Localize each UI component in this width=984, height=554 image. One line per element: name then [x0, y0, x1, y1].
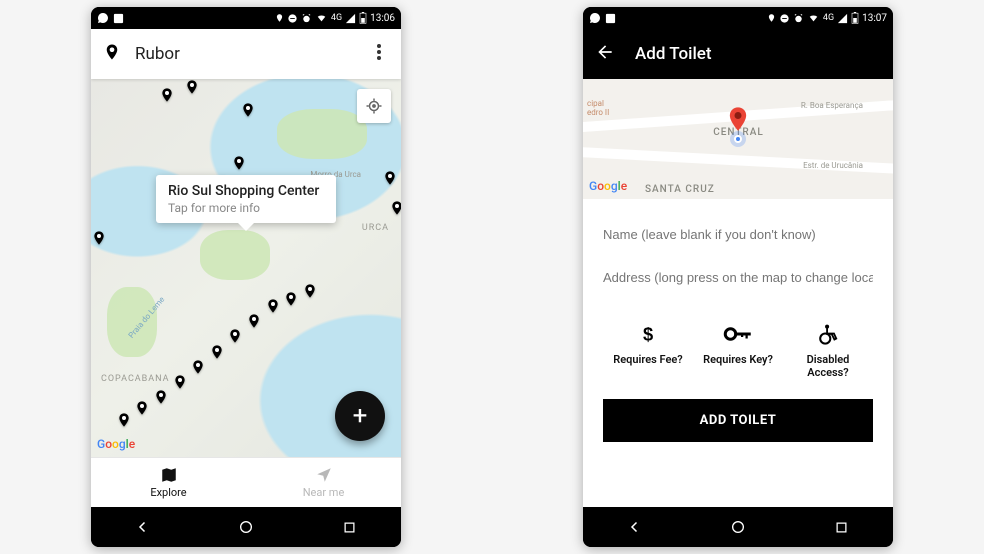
my-location-button[interactable] [357, 89, 391, 123]
center-pin-icon [724, 105, 752, 133]
network-label: 4G [331, 13, 342, 23]
map-attribution: Google [97, 437, 135, 451]
add-toilet-button[interactable]: ADD TOILET [603, 399, 873, 442]
key-icon [723, 321, 753, 347]
map-attribution: Google [589, 179, 627, 193]
dnd-icon [779, 13, 790, 24]
overflow-menu-icon[interactable] [369, 36, 389, 72]
address-input[interactable] [603, 260, 873, 303]
bottom-tabs: Explore Near me [91, 457, 401, 507]
back-arrow-icon[interactable] [595, 42, 615, 66]
info-window-title: Rio Sul Shopping Center [168, 183, 324, 199]
add-toilet-button-label: ADD TOILET [700, 413, 777, 428]
map-label-urca: URCA [362, 223, 389, 233]
status-bar: 4G 13:06 [91, 7, 401, 29]
alarm-icon [793, 13, 804, 24]
info-window[interactable]: Rio Sul Shopping Center Tap for more inf… [156, 175, 336, 223]
tab-explore[interactable]: Explore [91, 458, 246, 507]
info-window-subtitle: Tap for more info [168, 201, 324, 215]
toggle-fee-label: Requires Fee? [613, 353, 682, 366]
app-bar: Add Toilet [583, 29, 893, 79]
wifi-icon [807, 13, 820, 23]
road-label-boa: R. Boa Esperança [801, 101, 863, 110]
toggle-access[interactable]: Disabled Access? [788, 321, 868, 379]
nav-back[interactable] [123, 518, 163, 536]
toggle-key-label: Requires Key? [703, 353, 773, 366]
phone-right: 4G 13:07 Add Toilet R. Boa Esperança Est… [583, 7, 893, 547]
clock-label: 13:06 [370, 13, 395, 24]
app-bar: Rubor [91, 29, 401, 79]
battery-icon [851, 12, 859, 24]
pin-icon [103, 41, 121, 67]
signal-icon [837, 13, 848, 24]
wheelchair-icon [817, 321, 839, 347]
nav-recents[interactable] [821, 520, 861, 535]
nav-home[interactable] [718, 519, 758, 535]
linkedin-icon [113, 13, 124, 24]
near-me-icon [315, 466, 333, 484]
linkedin-icon [605, 13, 616, 24]
alarm-icon [301, 13, 312, 24]
toggle-access-label: Disabled Access? [788, 353, 868, 379]
map-icon [160, 466, 178, 484]
add-fab[interactable]: + [335, 391, 385, 441]
whatsapp-icon [97, 12, 109, 24]
svg-text:$: $ [643, 324, 653, 345]
status-bar: 4G 13:07 [583, 7, 893, 29]
toggle-key[interactable]: Requires Key? [698, 321, 778, 379]
phone-left: 4G 13:06 Rubor COPACABANA URCA Morro da … [91, 7, 401, 547]
name-input[interactable] [603, 217, 873, 260]
landmark-label: cipal edro II [587, 99, 609, 117]
dollar-icon: $ [638, 321, 658, 347]
signal-icon [345, 13, 356, 24]
map-view[interactable]: COPACABANA URCA Morro da Urca Praia do L… [91, 79, 401, 457]
whatsapp-icon [589, 12, 601, 24]
network-label: 4G [823, 13, 834, 23]
nav-back[interactable] [615, 518, 655, 536]
map-picker[interactable]: R. Boa Esperança Estr. de Urucânia CENTR… [583, 79, 893, 199]
nav-home[interactable] [226, 519, 266, 535]
tab-near-me-label: Near me [303, 486, 345, 499]
nav-recents[interactable] [329, 520, 369, 535]
district-santacruz: SANTA CRUZ [645, 184, 715, 195]
android-navbar [583, 507, 893, 547]
wifi-icon [315, 13, 328, 23]
battery-icon [359, 12, 367, 24]
android-navbar [91, 507, 401, 547]
location-icon [275, 12, 284, 24]
plus-icon: + [353, 401, 368, 431]
add-toilet-form: $ Requires Fee? Requires Key? Disabled A… [583, 199, 893, 456]
app-title: Rubor [135, 44, 369, 64]
clock-label: 13:07 [862, 13, 887, 24]
location-icon [767, 12, 776, 24]
toggle-fee[interactable]: $ Requires Fee? [608, 321, 688, 379]
map-label-copacabana: COPACABANA [101, 374, 170, 384]
tab-explore-label: Explore [150, 486, 186, 499]
road-label-uru: Estr. de Urucânia [803, 161, 863, 170]
dnd-icon [287, 13, 298, 24]
tab-near-me[interactable]: Near me [246, 458, 401, 507]
app-title: Add Toilet [635, 44, 712, 64]
user-location-dot [734, 135, 742, 143]
